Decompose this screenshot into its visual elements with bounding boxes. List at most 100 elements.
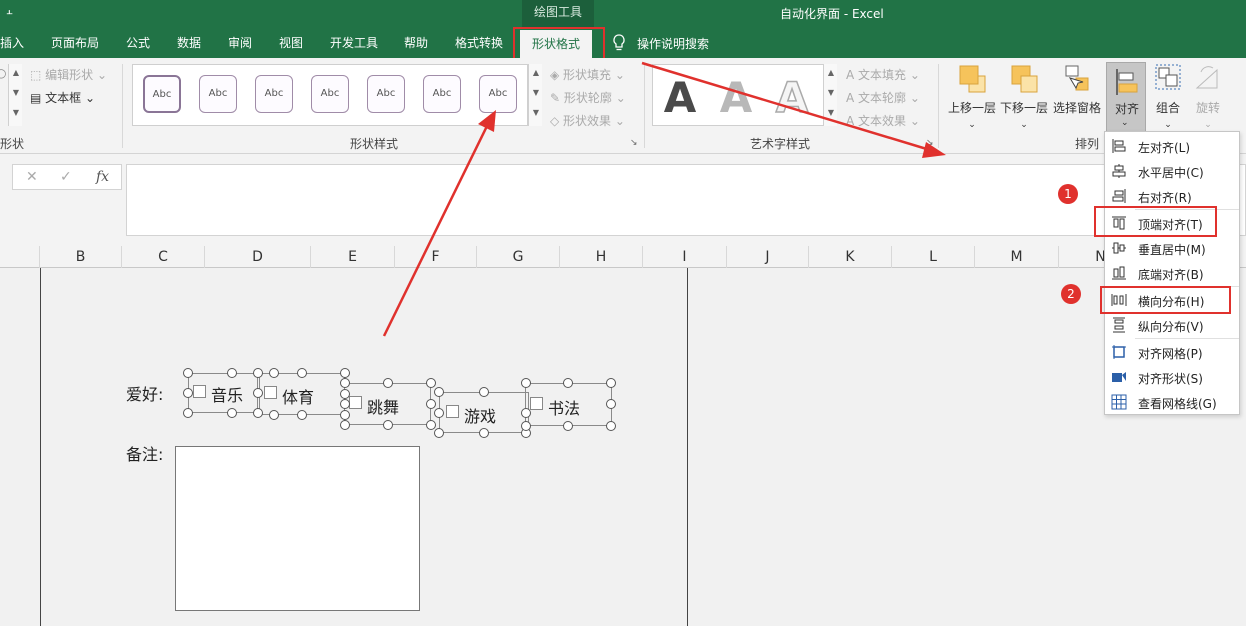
resize-handle[interactable] (253, 368, 263, 378)
resize-handle[interactable] (340, 399, 350, 409)
resize-handle[interactable] (563, 421, 573, 431)
checkbox-dance[interactable]: 跳舞 (344, 383, 431, 425)
checkbox-games[interactable]: 游戏 (439, 392, 529, 433)
cancel-formula-button[interactable]: ✕ (26, 169, 38, 185)
checkbox-music[interactable]: 音乐 (188, 373, 258, 413)
column-header-partial[interactable] (0, 246, 40, 268)
resize-handle[interactable] (297, 368, 307, 378)
column-header[interactable]: H (560, 246, 643, 268)
resize-handle[interactable] (269, 368, 279, 378)
tab-formulas[interactable]: 公式 (126, 34, 150, 51)
tab-format-convert[interactable]: 格式转换 (455, 34, 503, 51)
resize-handle[interactable] (340, 420, 350, 430)
insert-function-button[interactable]: fx (96, 169, 109, 185)
shape-style-thumbnail[interactable]: Abc (143, 75, 181, 113)
shape-style-thumbnail[interactable]: Abc (479, 75, 517, 113)
resize-handle[interactable] (269, 410, 279, 420)
resize-handle[interactable] (521, 421, 531, 431)
menu-item-snap-grid[interactable]: 对齐网格(P) (1105, 340, 1239, 364)
group-button[interactable]: 组合 ⌄ (1150, 62, 1186, 130)
menu-item-align-center[interactable]: 水平居中(C) (1105, 159, 1239, 183)
checkbox-square[interactable] (446, 405, 459, 418)
dialog-launcher-icon[interactable]: ↘ (630, 138, 638, 148)
shape-style-thumbnail[interactable]: Abc (423, 75, 461, 113)
column-header[interactable]: F (395, 246, 477, 268)
confirm-formula-button[interactable]: ✓ (60, 169, 72, 185)
checkbox-square[interactable] (349, 396, 362, 409)
shape-style-thumbnail[interactable]: Abc (255, 75, 293, 113)
worksheet-area[interactable]: 爱好: 备注: 音乐 体育 跳舞 游戏 书法 (0, 268, 1246, 626)
resize-handle[interactable] (521, 378, 531, 388)
wordart-style-thumbnail[interactable]: A (765, 72, 819, 123)
resize-handle[interactable] (479, 428, 489, 438)
shape-style-thumbnail[interactable]: Abc (367, 75, 405, 113)
resize-handle[interactable] (426, 378, 436, 388)
wordart-gallery-scroll[interactable]: ▲ ▼ ▼ (823, 64, 837, 126)
dialog-launcher-icon[interactable]: ↘ (926, 138, 934, 148)
resize-handle[interactable] (434, 428, 444, 438)
menu-item-align-left[interactable]: 左对齐(L) (1105, 134, 1239, 158)
resize-handle[interactable] (434, 408, 444, 418)
shape-styles-gallery-scroll[interactable]: ▲ ▼ ▼ (528, 64, 542, 126)
column-header[interactable]: G (477, 246, 560, 268)
menu-item-distribute-vertical[interactable]: 纵向分布(V) (1105, 313, 1239, 337)
wordart-style-thumbnail[interactable]: A (653, 73, 707, 122)
menu-item-view-gridlines[interactable]: 查看网格线(G) (1105, 390, 1239, 414)
checkbox-sports[interactable]: 体育 (259, 373, 345, 415)
tab-data[interactable]: 数据 (177, 34, 201, 51)
notes-text-box[interactable] (175, 446, 420, 611)
tab-review[interactable]: 审阅 (228, 34, 252, 51)
wordart-style-thumbnail[interactable]: A (709, 73, 763, 122)
dropdown-arrow-icon[interactable]: ⫠ (6, 4, 13, 18)
resize-handle[interactable] (227, 408, 237, 418)
tell-me-search[interactable]: 操作说明搜索 (637, 35, 709, 52)
resize-handle[interactable] (426, 399, 436, 409)
text-box-button[interactable]: ▤ 文本框 ⌄ (30, 89, 95, 106)
resize-handle[interactable] (340, 368, 350, 378)
edit-shape-button[interactable]: ⬚ 编辑形状 ⌄ (30, 66, 107, 83)
resize-handle[interactable] (340, 410, 350, 420)
resize-handle[interactable] (297, 410, 307, 420)
resize-handle[interactable] (340, 378, 350, 388)
column-header[interactable]: L (892, 246, 975, 268)
checkbox-calligraphy[interactable]: 书法 (525, 383, 612, 426)
resize-handle[interactable] (383, 420, 393, 430)
selection-pane-button[interactable]: 选择窗格 (1050, 62, 1104, 116)
menu-item-align-bottom[interactable]: 底端对齐(B) (1105, 261, 1239, 285)
tab-page-layout[interactable]: 页面布局 (51, 34, 99, 51)
tab-insert[interactable]: 插入 (0, 34, 24, 51)
text-effects-button[interactable]: A 文本效果 ⌄ (846, 112, 920, 129)
resize-handle[interactable] (253, 408, 263, 418)
rotate-button[interactable]: 旋转 ⌄ (1190, 62, 1226, 130)
shape-outline-button[interactable]: ✎ 形状轮廓 ⌄ (550, 89, 626, 106)
resize-handle[interactable] (183, 388, 193, 398)
shape-style-thumbnail[interactable]: Abc (311, 75, 349, 113)
resize-handle[interactable] (479, 387, 489, 397)
resize-handle[interactable] (253, 388, 263, 398)
menu-item-align-right[interactable]: 右对齐(R) (1105, 184, 1239, 208)
shape-gallery-edge-icon[interactable]: ○ (0, 66, 6, 80)
send-backward-button[interactable]: 下移一层 ⌄ (998, 62, 1050, 130)
shape-style-thumbnail[interactable]: Abc (199, 75, 237, 113)
text-fill-button[interactable]: A 文本填充 ⌄ (846, 66, 920, 83)
checkbox-square[interactable] (530, 397, 543, 410)
resize-handle[interactable] (606, 399, 616, 409)
column-header[interactable]: E (311, 246, 395, 268)
checkbox-square[interactable] (264, 386, 277, 399)
resize-handle[interactable] (227, 368, 237, 378)
column-header[interactable]: D (205, 246, 311, 268)
column-header[interactable]: I (643, 246, 727, 268)
tab-developer[interactable]: 开发工具 (330, 34, 378, 51)
shape-fill-button[interactable]: ◈ 形状填充 ⌄ (550, 66, 625, 83)
column-header[interactable]: K (809, 246, 892, 268)
column-header[interactable]: C (122, 246, 205, 268)
text-outline-button[interactable]: A 文本轮廓 ⌄ (846, 89, 920, 106)
tab-help[interactable]: 帮助 (404, 34, 428, 51)
resize-handle[interactable] (563, 378, 573, 388)
shape-effects-button[interactable]: ◇ 形状效果 ⌄ (550, 112, 625, 129)
bring-forward-button[interactable]: 上移一层 ⌄ (946, 62, 998, 130)
column-header[interactable]: M (975, 246, 1059, 268)
formula-input[interactable] (126, 164, 1246, 236)
resize-handle[interactable] (183, 408, 193, 418)
resize-handle[interactable] (183, 368, 193, 378)
